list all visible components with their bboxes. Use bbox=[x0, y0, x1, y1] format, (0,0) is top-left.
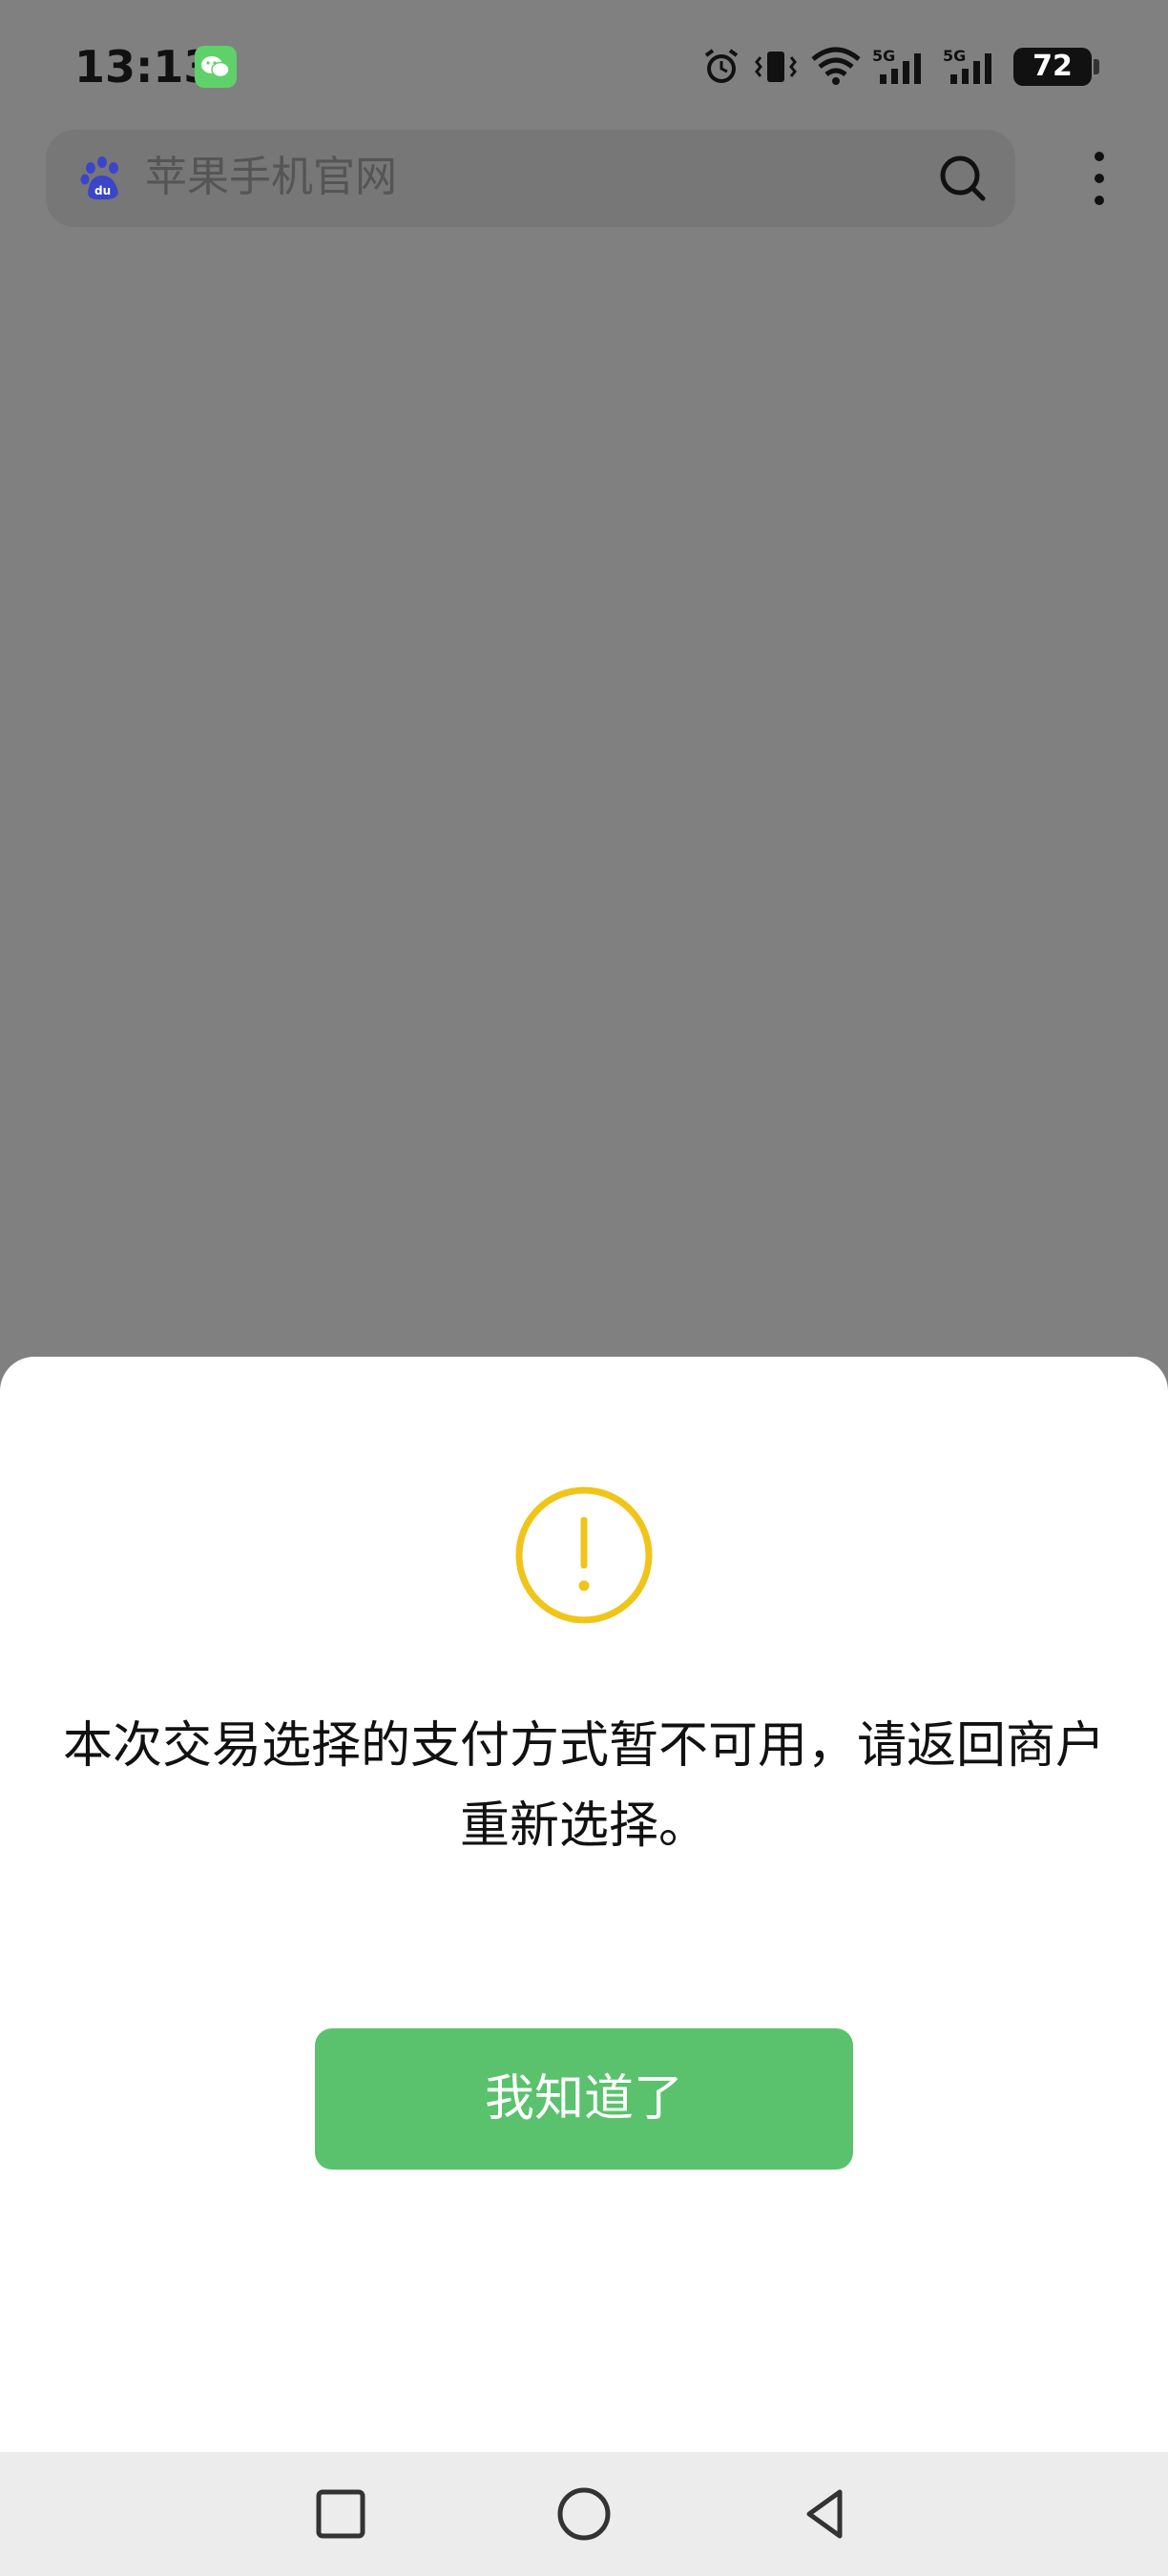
system-nav-bar bbox=[0, 2452, 1168, 2576]
recents-square-icon[interactable] bbox=[307, 2481, 374, 2547]
baidu-paw-icon: du bbox=[78, 155, 126, 202]
acknowledge-button[interactable]: 我知道了 bbox=[315, 2028, 853, 2170]
dialog-message: 本次交易选择的支付方式暂不可用，请返回商户重新选择。 bbox=[62, 1717, 1105, 1855]
network-label: 5G bbox=[872, 47, 895, 65]
alarm-icon bbox=[700, 46, 742, 88]
battery-indicator: 72 bbox=[1013, 48, 1099, 86]
status-icons: 5G 5G 72 bbox=[700, 42, 1099, 92]
wifi-icon bbox=[809, 46, 863, 88]
search-icon[interactable] bbox=[937, 153, 989, 204]
back-triangle-icon[interactable] bbox=[794, 2481, 861, 2547]
signal-5g-icon: 5G bbox=[943, 46, 1004, 88]
payment-error-dialog: 本次交易选择的支付方式暂不可用，请返回商户重新选择。 我知道了 bbox=[0, 1357, 1168, 2452]
wechat-icon bbox=[195, 46, 237, 88]
warning-icon bbox=[513, 1485, 655, 1626]
home-circle-icon[interactable] bbox=[551, 2481, 617, 2547]
svg-text:du: du bbox=[94, 184, 111, 197]
screen: 13:13 5G 5G 72 du 苹果手机官网 本次交易选择的支付方式暂不可用… bbox=[0, 0, 1168, 2576]
search-input[interactable]: 苹果手机官网 bbox=[145, 149, 397, 206]
more-vertical-icon[interactable] bbox=[1080, 145, 1118, 212]
signal-5g-icon: 5G bbox=[872, 46, 933, 88]
status-time: 13:13 bbox=[74, 41, 215, 93]
vibrate-icon bbox=[752, 46, 800, 88]
battery-level: 72 bbox=[1032, 50, 1073, 83]
status-bar: 13:13 5G 5G 72 bbox=[0, 0, 1168, 134]
network-label: 5G bbox=[943, 47, 966, 65]
browser-search-bar[interactable]: du 苹果手机官网 bbox=[46, 130, 1015, 227]
